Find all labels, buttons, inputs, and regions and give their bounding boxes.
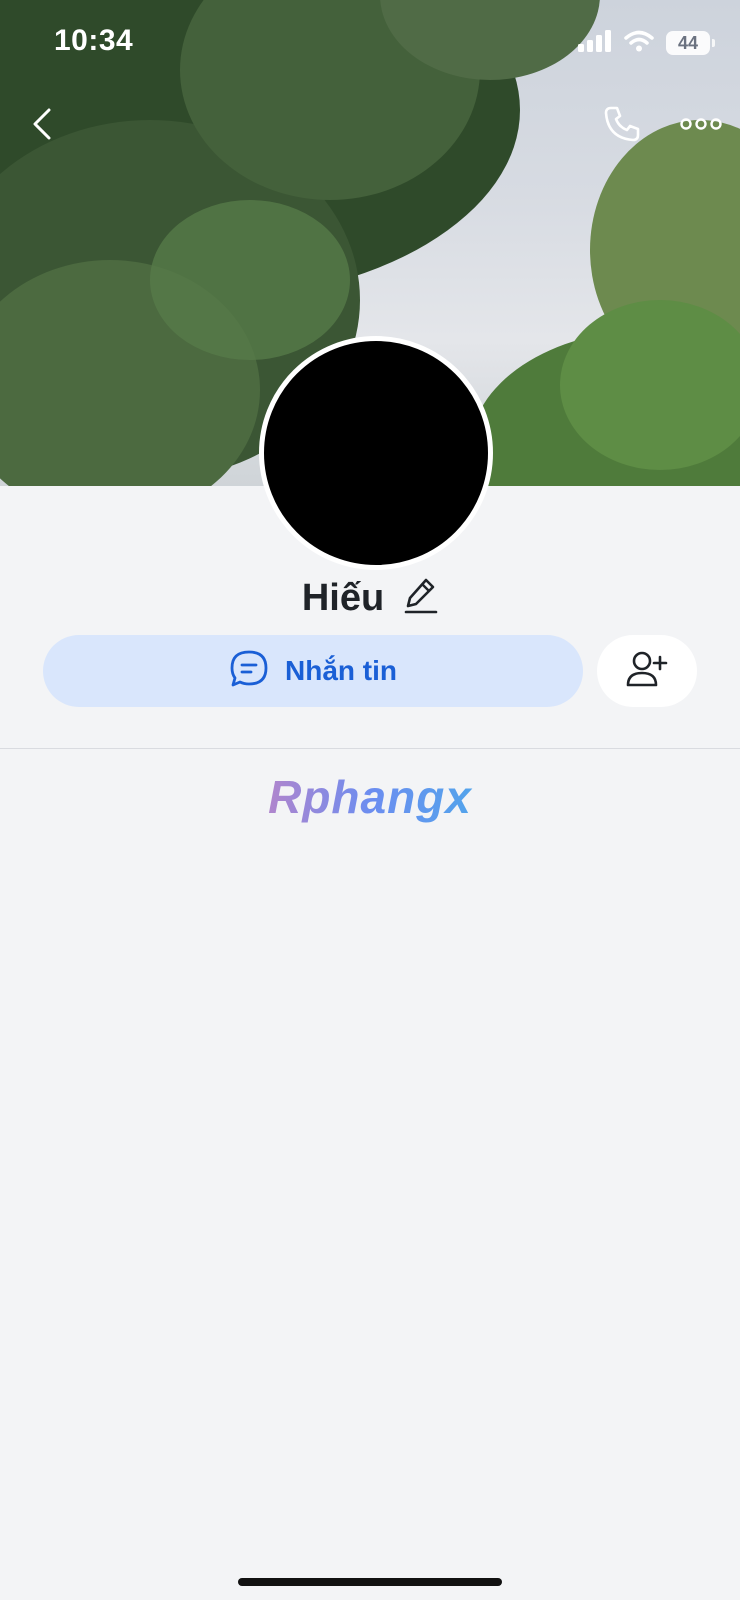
battery-icon: 44 (666, 31, 715, 55)
message-button-label: Nhắn tin (285, 655, 397, 686)
phone-icon (602, 104, 642, 149)
profile-name: Hiếu (301, 576, 385, 619)
home-indicator[interactable] (238, 1578, 502, 1586)
wifi-icon (624, 30, 654, 57)
more-button[interactable] (676, 104, 726, 148)
status-icons: 44 (578, 29, 715, 57)
watermark-logo: Rphangx (0, 770, 740, 824)
message-button[interactable]: Nhắn tin (43, 635, 583, 707)
avatar[interactable] (259, 336, 493, 570)
profile-name-row: Hiếu (0, 572, 740, 624)
chat-icon (229, 649, 269, 694)
more-icon (680, 117, 722, 136)
back-icon (31, 107, 53, 146)
back-button[interactable] (22, 104, 62, 148)
add-friend-button[interactable] (597, 635, 697, 707)
add-friend-icon (626, 649, 668, 694)
status-time: 10:34 (54, 24, 134, 57)
signal-icon (578, 29, 612, 57)
divider (0, 748, 740, 749)
call-button[interactable] (598, 102, 646, 150)
edit-name-button[interactable] (404, 577, 438, 620)
edit-icon (404, 578, 438, 619)
